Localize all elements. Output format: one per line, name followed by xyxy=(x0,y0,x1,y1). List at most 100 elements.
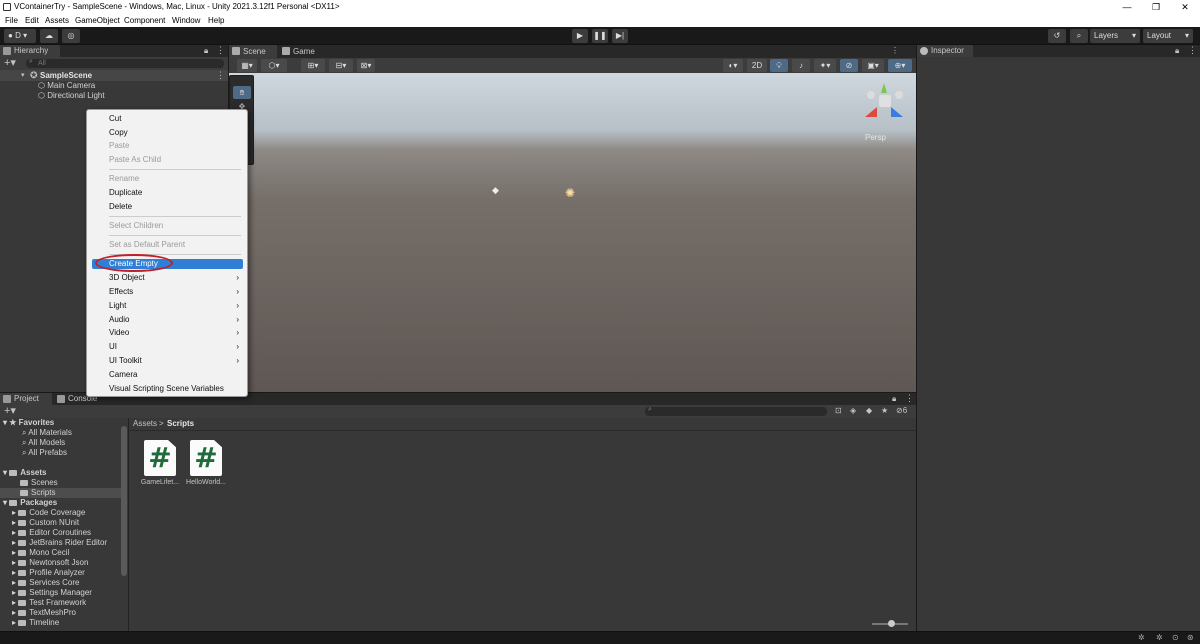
light-gizmo-icon[interactable]: ✺ xyxy=(565,186,575,200)
render-mode-button[interactable]: ◐▾ xyxy=(723,59,743,72)
persp-label[interactable]: Persp xyxy=(865,133,886,142)
grid-snap-button[interactable]: ⊞▾ xyxy=(301,59,325,72)
account-dropdown[interactable]: ● D ▾ xyxy=(4,29,36,43)
pause-button[interactable]: ❚❚ xyxy=(592,29,608,43)
project-search-input[interactable]: ⌕ xyxy=(645,406,827,416)
menu-item-copy[interactable]: Copy xyxy=(87,127,247,139)
camera-gizmo-icon[interactable]: ◆ xyxy=(492,185,499,196)
hidden-objects-toggle[interactable]: ⊘ xyxy=(840,59,858,72)
draw-mode-button[interactable]: ▦▾ xyxy=(237,59,257,72)
icon-size-slider[interactable] xyxy=(872,620,908,627)
package-item[interactable]: ▸ Mono Cecil xyxy=(12,548,69,558)
camera-settings-button[interactable]: ▣▾ xyxy=(862,59,884,72)
tag-icon[interactable]: ◆ xyxy=(866,406,872,415)
expand-arrow-icon[interactable]: ▾ xyxy=(21,71,25,79)
packages-header[interactable]: ▾ Packages xyxy=(3,498,57,508)
folder-scripts[interactable]: Scripts xyxy=(0,488,121,498)
menu-window[interactable]: Window xyxy=(172,14,200,27)
maximize-button[interactable]: ❐ xyxy=(1141,0,1171,14)
cloud-icon[interactable]: ☁ xyxy=(40,29,58,43)
gizmos-button[interactable]: ⊕▾ xyxy=(888,59,912,72)
menu-item-ui-toolkit[interactable]: UI Toolkit › xyxy=(87,355,247,367)
minimize-button[interactable]: — xyxy=(1112,0,1142,14)
menu-item-light[interactable]: Light › xyxy=(87,300,247,312)
settings-icon[interactable]: ⊛ xyxy=(1187,633,1194,642)
tab-inspector[interactable]: Inspector xyxy=(917,45,973,57)
package-item[interactable]: ▸ Settings Manager xyxy=(12,588,92,598)
collab-icon[interactable]: ◎ xyxy=(62,29,80,43)
orientation-gizmo[interactable] xyxy=(859,83,911,127)
package-item[interactable]: ▸ Profile Analyzer xyxy=(12,568,85,578)
package-item[interactable]: ▸ Editor Coroutines xyxy=(12,528,91,538)
pivot-button[interactable]: ⬡▾ xyxy=(261,59,287,72)
menu-item-camera[interactable]: Camera xyxy=(87,369,247,381)
package-item[interactable]: ▸ Newtonsoft Json xyxy=(12,558,88,568)
bug-icon[interactable]: ✲ xyxy=(1138,633,1145,642)
breadcrumb-assets[interactable]: Assets xyxy=(133,419,157,428)
favorite-item[interactable]: ⌕ All Models xyxy=(22,438,65,448)
tab-scene[interactable]: Scene xyxy=(229,45,277,58)
lock-icon[interactable]: 🔒︎ xyxy=(1175,46,1179,56)
close-button[interactable]: ✕ xyxy=(1170,0,1200,14)
increment-snap-button[interactable]: ⊟▾ xyxy=(329,59,353,72)
package-item[interactable]: ▸ Timeline xyxy=(12,618,59,628)
hierarchy-item-directional-light[interactable]: ⬡ Directional Light xyxy=(38,91,105,101)
favorite-item[interactable]: ⌕ All Materials xyxy=(22,428,72,438)
menu-gameobject[interactable]: GameObject xyxy=(75,14,120,27)
tree-scrollbar[interactable] xyxy=(121,426,127,576)
more-options-icon[interactable]: ⋮ xyxy=(905,393,914,404)
search-by-type-icon[interactable]: ⊡ xyxy=(835,406,842,415)
add-icon[interactable]: +▾ xyxy=(4,57,16,69)
package-item[interactable]: ▸ Test Framework xyxy=(12,598,86,608)
scene-view[interactable]: ▦▾ ⬡▾ ⊞▾ ⊟▾ ⊠▾ ◐▾ 2D 💡︎ ♪ ✦▾ ⊘ ▣▾ ⊕▾ ✋︎ … xyxy=(229,58,916,392)
lighting-toggle[interactable]: 💡︎ xyxy=(770,59,788,72)
lock-icon[interactable]: 🔒︎ xyxy=(204,46,208,56)
layout-dropdown[interactable]: Layout ▾ xyxy=(1143,29,1193,43)
hierarchy-search-input[interactable]: ⌕ All xyxy=(26,58,224,68)
folder-scenes[interactable]: Scenes xyxy=(20,478,58,488)
step-button[interactable]: ▶| xyxy=(612,29,628,43)
debug-mode-icon[interactable]: ⊙ xyxy=(1172,633,1179,642)
tab-project[interactable]: Project xyxy=(0,393,52,405)
add-icon[interactable]: +▾ xyxy=(4,405,16,417)
menu-item-cut[interactable]: Cut xyxy=(87,113,247,125)
menu-item-effects[interactable]: Effects › xyxy=(87,286,247,298)
snap-settings-button[interactable]: ⊠▾ xyxy=(357,59,375,72)
tab-hierarchy[interactable]: Hierarchy xyxy=(0,45,60,57)
hand-tool-icon[interactable]: ✋︎ xyxy=(233,86,251,99)
favorite-item[interactable]: ⌕ All Prefabs xyxy=(22,448,67,458)
hierarchy-item-main-camera[interactable]: ⬡ Main Camera xyxy=(38,81,95,91)
package-item[interactable]: ▸ TextMeshPro xyxy=(12,608,76,618)
slider-thumb[interactable] xyxy=(888,620,895,627)
package-item[interactable]: ▸ Services Core xyxy=(12,578,80,588)
menu-edit[interactable]: Edit xyxy=(25,14,39,27)
menu-assets[interactable]: Assets xyxy=(45,14,69,27)
file-item[interactable]: # HelloWorld... xyxy=(186,440,226,490)
menu-item-visual-scripting-scene-variables[interactable]: Visual Scripting Scene Variables xyxy=(87,383,247,395)
more-options-icon[interactable]: ⋮ xyxy=(216,45,225,56)
menu-component[interactable]: Component xyxy=(124,14,165,27)
menu-item-video[interactable]: Video › xyxy=(87,327,247,339)
hidden-packages-icon[interactable]: ⊘6 xyxy=(896,406,907,415)
breadcrumb-scripts[interactable]: Scripts xyxy=(167,419,194,428)
play-button[interactable]: ▶ xyxy=(572,29,588,43)
more-options-icon[interactable]: ⋮ xyxy=(891,46,899,55)
menu-item-audio[interactable]: Audio › xyxy=(87,314,247,326)
audio-toggle[interactable]: ♪ xyxy=(792,59,810,72)
menu-item-duplicate[interactable]: Duplicate xyxy=(87,187,247,199)
more-options-icon[interactable]: ⋮ xyxy=(216,70,225,81)
package-item[interactable]: ▸ Custom NUnit xyxy=(12,518,79,528)
view-2d-toggle[interactable]: 2D xyxy=(747,59,767,72)
menu-item-ui[interactable]: UI › xyxy=(87,341,247,353)
scene-viewport[interactable]: ✋︎ ✥ ◆ ✺ Persp xyxy=(229,73,916,392)
package-item[interactable]: ▸ JetBrains Rider Editor xyxy=(12,538,107,548)
lock-icon[interactable]: 🔒︎ xyxy=(892,394,896,404)
favorite-star-icon[interactable]: ★ xyxy=(881,406,888,415)
menu-help[interactable]: Help xyxy=(208,14,224,27)
scene-row[interactable]: ▾ ✪ SampleScene ⋮ xyxy=(0,70,228,81)
menu-file[interactable]: File xyxy=(5,14,18,27)
search-icon[interactable]: ⌕ xyxy=(1070,29,1088,43)
menu-item-delete[interactable]: Delete xyxy=(87,201,247,213)
effects-button[interactable]: ✦▾ xyxy=(814,59,836,72)
layers-dropdown[interactable]: Layers ▾ xyxy=(1090,29,1140,43)
